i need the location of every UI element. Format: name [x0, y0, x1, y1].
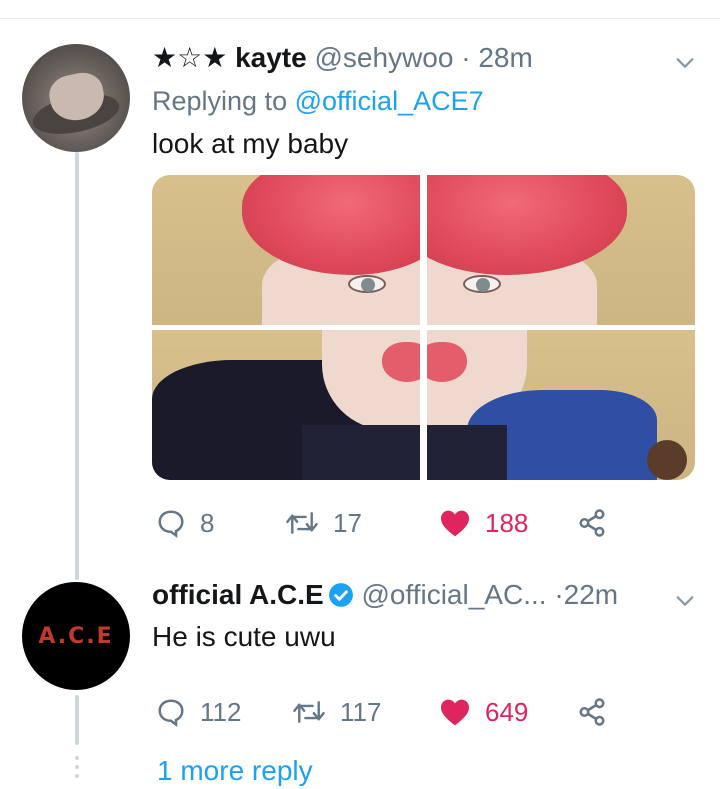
photo-tile[interactable] [152, 330, 420, 480]
display-name[interactable]: kayte [235, 42, 307, 73]
replying-to: Replying to @official_ACE7 [152, 84, 484, 118]
mention-link[interactable]: @official_ACE7 [295, 86, 484, 116]
thread-line [75, 695, 79, 745]
separator-dot: · [554, 579, 564, 610]
share-icon [579, 698, 605, 726]
replying-to-label: Replying to [152, 86, 288, 116]
chevron-down-icon[interactable] [674, 52, 696, 74]
retweet-icon [293, 701, 325, 723]
timestamp[interactable]: 28m [478, 42, 532, 73]
share-action[interactable] [577, 694, 607, 730]
photo-grid[interactable] [152, 175, 695, 480]
separator-dot: · [461, 42, 471, 73]
reply-icon [158, 699, 184, 727]
share-icon [579, 509, 605, 537]
top-divider [0, 18, 720, 19]
like-count: 188 [485, 507, 529, 538]
like-action[interactable]: 188 [439, 505, 528, 541]
display-name-stars[interactable]: ★☆★ [152, 42, 227, 73]
verified-badge-icon [328, 583, 353, 607]
retweet-count: 17 [333, 507, 362, 538]
retweet-action[interactable]: 17 [285, 505, 362, 541]
avatar[interactable]: A.C.E [22, 582, 130, 690]
share-action[interactable] [577, 505, 607, 541]
heart-icon [441, 699, 469, 726]
like-count: 649 [485, 696, 529, 727]
retweet-icon [286, 512, 318, 534]
reply-action[interactable]: 8 [156, 505, 214, 541]
ace-logo: A.C.E [38, 623, 114, 649]
avatar[interactable] [22, 44, 130, 152]
reply-action[interactable]: 112 [156, 694, 241, 730]
tweet-text: He is cute uwu [152, 621, 336, 652]
tweet-text: look at my baby [152, 128, 349, 159]
photo-tile[interactable] [427, 330, 695, 480]
retweet-action[interactable]: 117 [292, 694, 381, 730]
tweet-actions: 8 17 188 [152, 505, 622, 541]
reply-icon [158, 510, 184, 538]
chevron-down-icon[interactable] [674, 590, 696, 612]
like-action[interactable]: 649 [439, 694, 528, 730]
thread-line [75, 152, 79, 580]
tweet-header: ★☆★ kayte @sehywoo · 28m [152, 41, 533, 75]
retweet-count: 117 [340, 696, 382, 727]
photo-tile[interactable] [152, 175, 420, 325]
user-handle[interactable]: @official_AC... [361, 579, 546, 610]
photo-tile[interactable] [427, 175, 695, 325]
display-name[interactable]: official A.C.E [152, 579, 324, 610]
tweet-header: official A.C.E @official_AC... ·22m [152, 578, 618, 612]
tweet-actions: 112 117 649 [152, 694, 622, 730]
reply-count: 112 [200, 696, 242, 727]
thread-continuation-dots [74, 756, 80, 783]
timestamp[interactable]: 22m [564, 579, 618, 610]
user-handle[interactable]: @sehywoo [315, 42, 454, 73]
more-replies-link[interactable]: 1 more reply [157, 755, 313, 787]
reply-count: 8 [200, 507, 215, 538]
heart-icon [441, 510, 469, 537]
